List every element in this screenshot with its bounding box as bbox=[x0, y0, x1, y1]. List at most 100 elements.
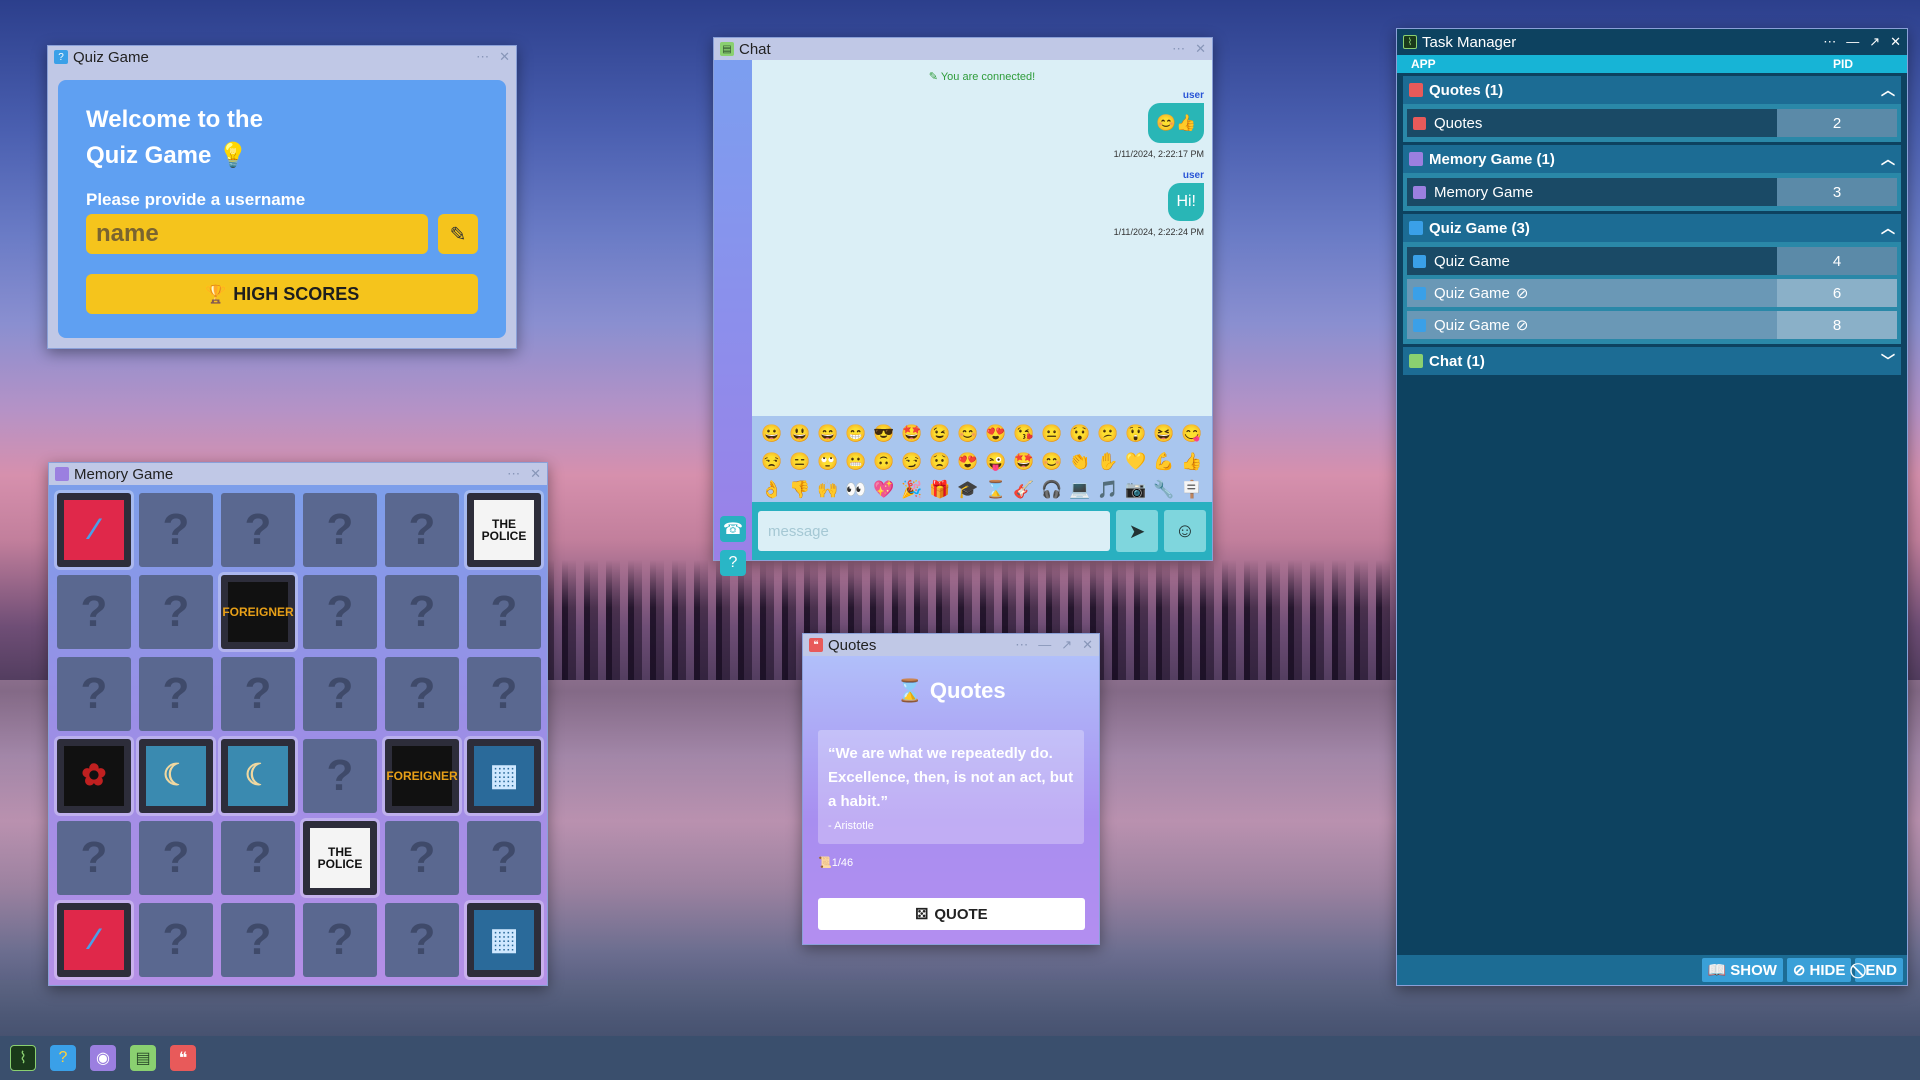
chevron-icon[interactable]: ﹀ bbox=[1881, 351, 1895, 371]
task-manager-taskbar-icon[interactable]: ⌇ bbox=[10, 1045, 36, 1071]
memory-card-revealed[interactable]: FOREIGNER bbox=[385, 739, 459, 813]
process-row[interactable]: Quiz Game 4 bbox=[1407, 246, 1897, 276]
emoji-button[interactable]: 😯 bbox=[1066, 420, 1094, 448]
column-pid[interactable]: PID bbox=[1793, 57, 1893, 71]
emoji-button[interactable]: 💖 bbox=[870, 476, 898, 504]
more-icon[interactable]: ⋯ bbox=[507, 466, 520, 482]
task-manager-titlebar[interactable]: ⌇ Task Manager ⋯ — ↗ ✕ bbox=[1397, 29, 1907, 55]
emoji-button[interactable]: 😍 bbox=[954, 448, 982, 476]
emoji-button[interactable]: 🤩 bbox=[898, 420, 926, 448]
memory-card-revealed[interactable]: ⁄ bbox=[57, 903, 131, 977]
chevron-icon[interactable]: ︿ bbox=[1881, 218, 1895, 238]
process-row[interactable]: Quiz Game ⊘ 8 bbox=[1407, 310, 1897, 340]
emoji-button[interactable]: 💪 bbox=[1150, 448, 1178, 476]
emoji-button[interactable]: 🙄 bbox=[814, 448, 842, 476]
emoji-button[interactable]: ⌛ bbox=[982, 476, 1010, 504]
close-icon[interactable]: ✕ bbox=[530, 466, 541, 482]
maximize-icon[interactable]: ↗ bbox=[1869, 34, 1880, 50]
high-scores-button[interactable]: 🏆 HIGH SCORES bbox=[86, 274, 478, 314]
emoji-button[interactable]: 🎸 bbox=[1010, 476, 1038, 504]
quotes-taskbar-icon[interactable]: ❝ bbox=[170, 1045, 196, 1071]
memory-card-hidden[interactable]: ? bbox=[303, 575, 377, 649]
maximize-icon[interactable]: ↗ bbox=[1061, 637, 1072, 653]
emoji-button[interactable]: 🤩 bbox=[1010, 448, 1038, 476]
username-input[interactable]: name bbox=[86, 214, 428, 254]
memory-card-revealed[interactable]: ✿ bbox=[57, 739, 131, 813]
process-group-header[interactable]: Chat (1) ﹀ bbox=[1403, 347, 1901, 375]
emoji-button[interactable]: 😐 bbox=[1038, 420, 1066, 448]
process-group-header[interactable]: Quiz Game (3) ︿ bbox=[1403, 214, 1901, 242]
emoji-button[interactable]: 😲 bbox=[1122, 420, 1150, 448]
emoji-button[interactable]: 😁 bbox=[842, 420, 870, 448]
emoji-button[interactable]: 😑 bbox=[786, 448, 814, 476]
memory-card-hidden[interactable]: ? bbox=[385, 575, 459, 649]
new-quote-button[interactable]: ⚄ QUOTE bbox=[818, 898, 1085, 930]
memory-card-hidden[interactable]: ? bbox=[139, 657, 213, 731]
emoji-button[interactable]: 😏 bbox=[898, 448, 926, 476]
memory-card-revealed[interactable]: ☾ bbox=[139, 739, 213, 813]
emoji-button[interactable]: 🔧 bbox=[1150, 476, 1178, 504]
contacts-icon[interactable]: ☎ bbox=[720, 516, 746, 542]
emoji-button[interactable]: 😉 bbox=[926, 420, 954, 448]
close-icon[interactable]: ✕ bbox=[1195, 41, 1206, 57]
process-row[interactable]: Quiz Game ⊘ 6 bbox=[1407, 278, 1897, 308]
memory-card-hidden[interactable]: ? bbox=[467, 821, 541, 895]
emoji-button[interactable]: ✋ bbox=[1094, 448, 1122, 476]
emoji-button[interactable]: 🎓 bbox=[954, 476, 982, 504]
emoji-button[interactable]: 😘 bbox=[1010, 420, 1038, 448]
memory-card-hidden[interactable]: ? bbox=[385, 821, 459, 895]
memory-card-hidden[interactable]: ? bbox=[139, 903, 213, 977]
memory-titlebar[interactable]: Memory Game ⋯ ✕ bbox=[49, 463, 547, 485]
message-input[interactable]: message bbox=[758, 511, 1110, 551]
quiz-taskbar-icon[interactable]: ? bbox=[50, 1045, 76, 1071]
quotes-titlebar[interactable]: ❝ Quotes ⋯ — ↗ ✕ bbox=[803, 634, 1099, 656]
emoji-button[interactable]: 😜 bbox=[982, 448, 1010, 476]
more-icon[interactable]: ⋯ bbox=[1172, 41, 1185, 57]
emoji-button[interactable]: 😊 bbox=[1038, 448, 1066, 476]
memory-card-revealed[interactable]: ▦ bbox=[467, 903, 541, 977]
emoji-button[interactable]: 😬 bbox=[842, 448, 870, 476]
emoji-button[interactable]: 😎 bbox=[870, 420, 898, 448]
process-row[interactable]: Memory Game 3 bbox=[1407, 177, 1897, 207]
memory-card-revealed[interactable]: THE POLICE bbox=[467, 493, 541, 567]
emoji-toggle-icon[interactable]: ☺ bbox=[1164, 510, 1206, 552]
end-button[interactable]: ⃠END bbox=[1855, 958, 1903, 982]
emoji-button[interactable]: 🙃 bbox=[870, 448, 898, 476]
emoji-button[interactable]: 😆 bbox=[1150, 420, 1178, 448]
memory-card-hidden[interactable]: ? bbox=[221, 903, 295, 977]
chat-taskbar-icon[interactable]: ▤ bbox=[130, 1045, 156, 1071]
pencil-icon[interactable]: ✎ bbox=[438, 214, 478, 254]
send-icon[interactable]: ➤ bbox=[1116, 510, 1158, 552]
memory-card-hidden[interactable]: ? bbox=[303, 903, 377, 977]
show-button[interactable]: 📖 SHOW bbox=[1701, 958, 1783, 982]
close-icon[interactable]: ✕ bbox=[1890, 34, 1901, 50]
memory-card-hidden[interactable]: ? bbox=[385, 903, 459, 977]
emoji-button[interactable]: 👀 bbox=[842, 476, 870, 504]
memory-card-hidden[interactable]: ? bbox=[467, 575, 541, 649]
emoji-button[interactable]: 💛 bbox=[1122, 448, 1150, 476]
help-icon[interactable]: ? bbox=[720, 550, 746, 576]
memory-card-hidden[interactable]: ? bbox=[221, 493, 295, 567]
memory-card-hidden[interactable]: ? bbox=[221, 821, 295, 895]
emoji-button[interactable]: 😃 bbox=[786, 420, 814, 448]
chevron-icon[interactable]: ︿ bbox=[1881, 80, 1895, 100]
emoji-button[interactable]: 😒 bbox=[758, 448, 786, 476]
emoji-button[interactable]: 🎧 bbox=[1038, 476, 1066, 504]
more-icon[interactable]: ⋯ bbox=[1823, 34, 1836, 50]
close-icon[interactable]: ✕ bbox=[1082, 637, 1093, 653]
column-app[interactable]: APP bbox=[1411, 57, 1793, 71]
minimize-icon[interactable]: — bbox=[1038, 637, 1051, 653]
process-row[interactable]: Quotes 2 bbox=[1407, 108, 1897, 138]
memory-card-hidden[interactable]: ? bbox=[467, 657, 541, 731]
memory-card-hidden[interactable]: ? bbox=[139, 493, 213, 567]
memory-card-hidden[interactable]: ? bbox=[221, 657, 295, 731]
emoji-button[interactable]: 😟 bbox=[926, 448, 954, 476]
quiz-titlebar[interactable]: ? Quiz Game ⋯ ✕ bbox=[48, 46, 516, 68]
memory-card-revealed[interactable]: FOREIGNER bbox=[221, 575, 295, 649]
memory-card-hidden[interactable]: ? bbox=[303, 739, 377, 813]
chat-titlebar[interactable]: ▤ Chat ⋯ ✕ bbox=[714, 38, 1212, 60]
emoji-button[interactable]: 🎉 bbox=[898, 476, 926, 504]
process-group-header[interactable]: Quotes (1) ︿ bbox=[1403, 76, 1901, 104]
memory-card-hidden[interactable]: ? bbox=[303, 657, 377, 731]
hide-button[interactable]: ⊘ HIDE bbox=[1786, 958, 1852, 982]
